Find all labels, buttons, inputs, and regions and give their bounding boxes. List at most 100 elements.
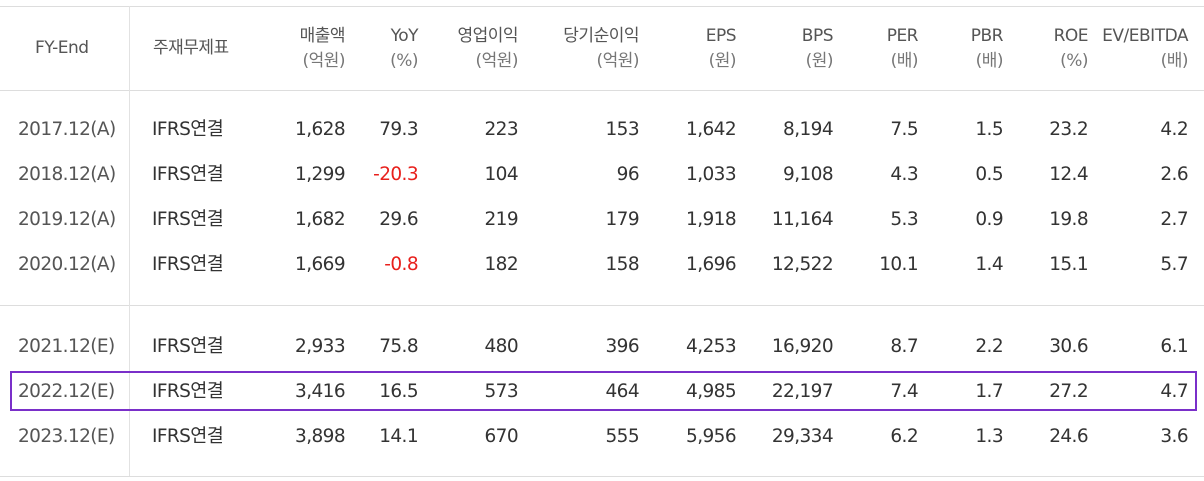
- header-label: EV/EBITDA: [1102, 26, 1188, 46]
- header-label: YoY: [390, 26, 419, 46]
- value-cell-op_income: 219: [484, 209, 518, 230]
- period-cell: 2020.12(A): [18, 254, 116, 275]
- header-bps: BPS (원): [801, 24, 834, 74]
- period-cell: 2023.12(E): [18, 426, 115, 447]
- basis-cell: IFRS연결: [152, 209, 224, 230]
- value-cell-roe: 30.6: [1049, 336, 1088, 357]
- header-sales: 매출액 (억원): [300, 24, 346, 74]
- period-cell: 2018.12(A): [18, 164, 116, 185]
- header-unit: (억원): [475, 51, 518, 71]
- value-cell-pbr: 0.9: [975, 209, 1003, 230]
- header-roe: ROE (%): [1053, 24, 1089, 74]
- group-divider: [0, 305, 1204, 306]
- header-ev_ebitda: EV/EBITDA (배): [1102, 24, 1188, 74]
- value-cell-bps: 12,522: [771, 254, 834, 275]
- value-cell-op_income: 104: [484, 164, 518, 185]
- table-top-border: [0, 6, 1204, 7]
- basis-cell: IFRS연결: [152, 164, 224, 185]
- header-label: PBR: [970, 26, 1004, 46]
- financial-summary-table: FY-End 주재무제표 매출액 (억원) YoY (%) 영업이익 (억원) 당기순이익 (…: [0, 0, 1204, 481]
- value-cell-eps: 1,918: [686, 209, 737, 230]
- period-cell: 2017.12(A): [18, 119, 116, 140]
- header-eps: EPS (원): [706, 24, 737, 74]
- value-cell-roe: 24.6: [1049, 426, 1088, 447]
- header-unit: (억원): [596, 51, 639, 71]
- header-label: PER: [886, 26, 919, 46]
- header-net_income: 당기순이익 (억원): [563, 24, 639, 74]
- value-cell-roe: 23.2: [1049, 119, 1088, 140]
- header-fy-end: FY-End: [35, 38, 89, 58]
- header-yoy: YoY (%): [390, 24, 418, 74]
- header-op_income: 영업이익 (억원): [457, 24, 518, 74]
- value-cell-net_income: 396: [605, 336, 639, 357]
- basis-cell: IFRS연결: [152, 254, 224, 275]
- value-cell-yoy: -20.3: [373, 164, 418, 185]
- value-cell-roe: 12.4: [1049, 164, 1088, 185]
- value-cell-per: 5.3: [890, 209, 918, 230]
- value-cell-per: 6.2: [890, 426, 918, 447]
- value-cell-yoy: 14.1: [379, 426, 418, 447]
- period-cell: 2019.12(A): [18, 209, 116, 230]
- value-cell-ev_ebitda: 5.7: [1160, 254, 1188, 275]
- header-label: 영업이익: [457, 26, 518, 46]
- value-cell-op_income: 223: [484, 119, 518, 140]
- value-cell-sales: 1,628: [295, 119, 346, 140]
- value-cell-op_income: 670: [484, 426, 518, 447]
- value-cell-eps: 5,956: [686, 426, 737, 447]
- header-unit: (%): [390, 51, 418, 71]
- value-cell-sales: 3,898: [295, 426, 346, 447]
- value-cell-pbr: 1.5: [975, 119, 1003, 140]
- value-cell-op_income: 182: [484, 254, 518, 275]
- value-cell-per: 4.3: [890, 164, 918, 185]
- basis-cell: IFRS연결: [152, 336, 224, 357]
- column-divider: [129, 6, 130, 90]
- value-cell-bps: 11,164: [771, 209, 834, 230]
- value-cell-bps: 9,108: [783, 164, 834, 185]
- value-cell-net_income: 96: [616, 164, 640, 185]
- value-cell-yoy: 29.6: [379, 209, 418, 230]
- table-bottom-border: [0, 476, 1204, 477]
- header-per: PER (배): [886, 24, 919, 74]
- value-cell-pbr: 0.5: [975, 164, 1003, 185]
- value-cell-ev_ebitda: 6.1: [1160, 336, 1188, 357]
- header-unit: (배): [890, 51, 919, 71]
- value-cell-sales: 2,933: [295, 336, 346, 357]
- value-cell-per: 7.5: [890, 119, 918, 140]
- value-cell-bps: 16,920: [771, 336, 834, 357]
- header-bottom-border: [0, 90, 1204, 91]
- value-cell-bps: 29,334: [771, 426, 834, 447]
- value-cell-roe: 19.8: [1049, 209, 1088, 230]
- value-cell-roe: 15.1: [1049, 254, 1088, 275]
- value-cell-eps: 4,253: [686, 336, 737, 357]
- value-cell-pbr: 2.2: [975, 336, 1003, 357]
- value-cell-ev_ebitda: 4.2: [1160, 119, 1188, 140]
- value-cell-yoy: 75.8: [379, 336, 418, 357]
- header-unit: (배): [975, 51, 1004, 71]
- value-cell-net_income: 158: [605, 254, 639, 275]
- value-cell-per: 10.1: [879, 254, 918, 275]
- value-cell-bps: 8,194: [783, 119, 834, 140]
- header-pbr: PBR (배): [970, 24, 1004, 74]
- header-subject: 주재무제표: [153, 38, 229, 58]
- value-cell-ev_ebitda: 2.6: [1160, 164, 1188, 185]
- value-cell-ev_ebitda: 3.6: [1160, 426, 1188, 447]
- column-divider: [129, 90, 130, 476]
- highlight-box: [10, 371, 1197, 411]
- value-cell-per: 8.7: [890, 336, 918, 357]
- value-cell-yoy: -0.8: [384, 254, 418, 275]
- header-label: BPS: [801, 26, 834, 46]
- value-cell-pbr: 1.4: [975, 254, 1003, 275]
- value-cell-op_income: 480: [484, 336, 518, 357]
- header-unit: (원): [805, 51, 834, 71]
- header-unit: (%): [1060, 51, 1088, 71]
- value-cell-ev_ebitda: 2.7: [1160, 209, 1188, 230]
- value-cell-pbr: 1.3: [975, 426, 1003, 447]
- value-cell-net_income: 179: [605, 209, 639, 230]
- value-cell-sales: 1,669: [295, 254, 346, 275]
- basis-cell: IFRS연결: [152, 426, 224, 447]
- value-cell-sales: 1,682: [295, 209, 346, 230]
- header-unit: (배): [1160, 51, 1189, 71]
- header-unit: (억원): [302, 51, 345, 71]
- header-unit: (원): [708, 51, 737, 71]
- header-label: ROE: [1053, 26, 1089, 46]
